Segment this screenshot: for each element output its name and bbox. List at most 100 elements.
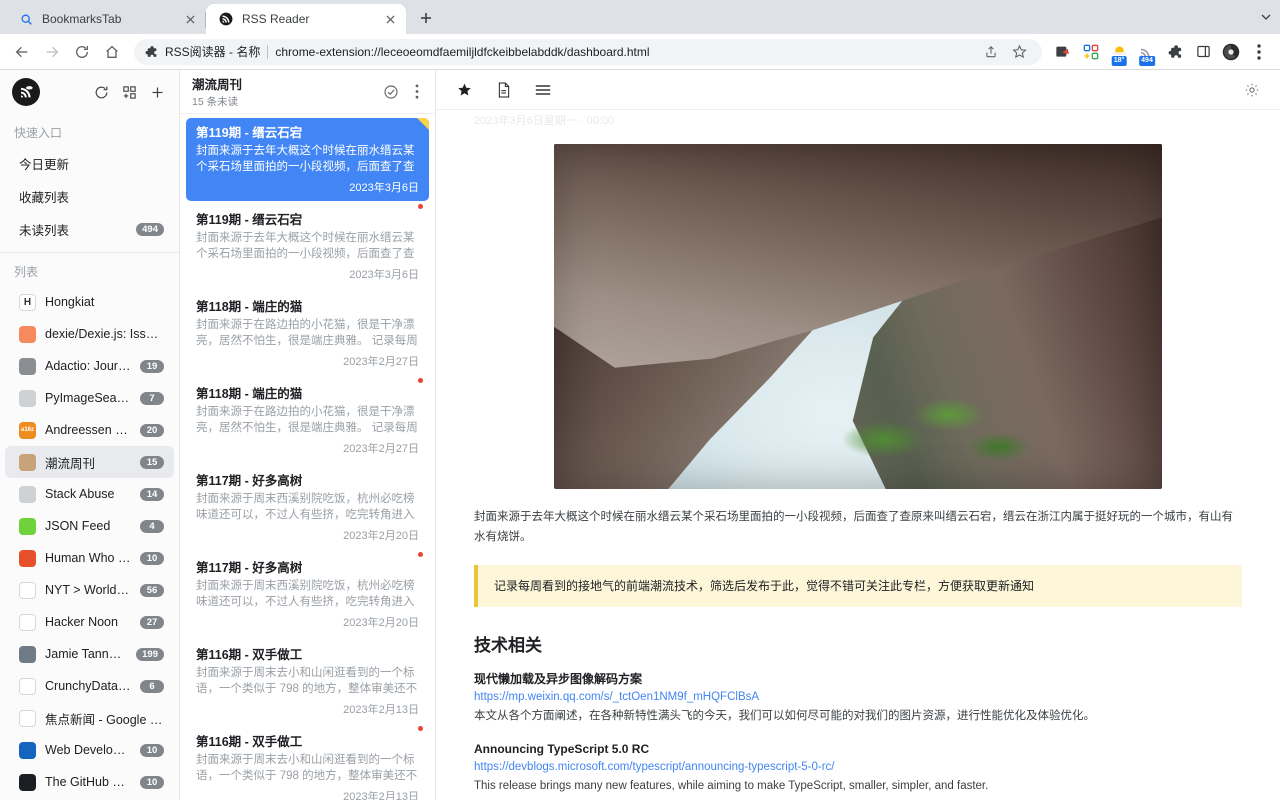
- sidebar-item-feed[interactable]: Adactio: Journal 19: [5, 350, 174, 382]
- home-icon[interactable]: [98, 38, 126, 66]
- extension-name-label: RSS阅读器 - 名称: [165, 43, 260, 60]
- reader-pane: 2023年3月6日星期一 · 00:00 封面来源于去年大概这个时候在丽水缙云某…: [436, 70, 1280, 800]
- star-outline-icon[interactable]: [1006, 39, 1032, 65]
- article-list-item[interactable]: 第118期 - 端庄的猫封面来源于在路边拍的小花猫，很是干净漂亮，居然不怕生，很…: [186, 292, 429, 375]
- reader-content[interactable]: 2023年3月6日星期一 · 00:00 封面来源于去年大概这个时候在丽水缙云某…: [436, 110, 1280, 800]
- side-panel-icon[interactable]: [1190, 39, 1216, 65]
- weather-extension-icon[interactable]: 18°: [1106, 39, 1132, 65]
- grid-add-icon[interactable]: [121, 84, 137, 100]
- gear-icon[interactable]: [1243, 81, 1260, 98]
- sidebar-item-favorites[interactable]: 收藏列表: [5, 180, 174, 213]
- sidebar: 快速入口 今日更新 收藏列表 未读列表 494 列表 HHongkiatdexi…: [0, 70, 180, 800]
- new-tab-button[interactable]: [412, 4, 440, 32]
- article-list-header: 潮流周刊 15 条未读: [180, 70, 435, 114]
- reload-icon[interactable]: [68, 38, 96, 66]
- sidebar-header: [0, 70, 179, 114]
- article-summary: 封面来源于在路边拍的小花猫，很是干净漂亮，居然不怕生，很是端庄典雅。 记录每周看…: [196, 318, 419, 349]
- mark-all-read-icon[interactable]: [383, 84, 399, 100]
- sidebar-item-feed[interactable]: Human Who Codes10: [5, 542, 174, 574]
- sidebar-item-feed[interactable]: Web Development…10: [5, 734, 174, 766]
- entry-description: This release brings many new features, w…: [474, 777, 1242, 796]
- rss-logo-icon[interactable]: [12, 78, 40, 106]
- article-list-item[interactable]: 第116期 - 双手做工封面来源于周末去小和山闲逛看到的一个标语，一个类似于 7…: [186, 640, 429, 723]
- article-list-item[interactable]: 第119期 - 缙云石宕封面来源于去年大概这个时候在丽水缙云某个采石场里面拍的一…: [186, 118, 429, 201]
- article-list-item[interactable]: 第117期 - 好多高树封面来源于周末西溪别院吃饭，杭州必吃榜味道还可以，不过人…: [186, 553, 429, 636]
- omnibox-divider: [267, 45, 268, 59]
- sidebar-item-feed[interactable]: NYT > World News56: [5, 574, 174, 606]
- sidebar-item-unread[interactable]: 未读列表 494: [5, 213, 174, 246]
- sidebar-item-label: CrunchyData Blog: [45, 679, 131, 693]
- entry-title: Announcing TypeScript 5.0 RC: [474, 740, 1242, 758]
- sidebar-item-feed[interactable]: PyImageSearch7: [5, 382, 174, 414]
- article-list-item[interactable]: 第116期 - 双手做工封面来源于周末去小和山闲逛看到的一个标语，一个类似于 7…: [186, 727, 429, 800]
- article-title: 第118期 - 端庄的猫: [196, 386, 419, 403]
- weather-badge: 18°: [1112, 56, 1127, 66]
- window-controls[interactable]: [1260, 0, 1280, 34]
- sidebar-item-feed[interactable]: The GitHub Blog10: [5, 766, 174, 798]
- feed-favicon-icon: [19, 742, 36, 759]
- article-title: 第119期 - 缙云石宕: [196, 212, 419, 229]
- article-meta-clipped: 2023年3月6日星期一 · 00:00: [474, 110, 1242, 128]
- entry-link[interactable]: https://mp.weixin.qq.com/s/_tctOen1NM9f_…: [474, 688, 1242, 707]
- search-icon: [18, 11, 34, 27]
- qr-code-extension-icon[interactable]: [1078, 39, 1104, 65]
- article-list-item[interactable]: 第118期 - 端庄的猫封面来源于在路边拍的小花猫，很是干净漂亮，居然不怕生，很…: [186, 379, 429, 462]
- article-list-actions: [383, 84, 425, 100]
- sidebar-item-label: Adactio: Journal: [45, 359, 131, 373]
- sidebar-item-label: 今日更新: [19, 154, 164, 173]
- back-arrow-icon[interactable]: [8, 38, 36, 66]
- sidebar-item-feed[interactable]: CrunchyData Blog6: [5, 670, 174, 702]
- feed-favicon-icon: [19, 582, 36, 599]
- browser-tab-rss-reader[interactable]: RSS Reader: [206, 4, 406, 34]
- sidebar-item-feed[interactable]: Hacker Noon27: [5, 606, 174, 638]
- screenshot-extension-icon[interactable]: [1050, 39, 1076, 65]
- forward-arrow-icon[interactable]: [38, 38, 66, 66]
- feed-favicon-icon: [19, 486, 36, 503]
- document-icon[interactable]: [495, 81, 512, 98]
- article-title: 第117期 - 好多高树: [196, 473, 419, 490]
- puzzle-extensions-icon[interactable]: [1162, 39, 1188, 65]
- sidebar-item-feed[interactable]: Jamie Tanna | Sof…199: [5, 638, 174, 670]
- sidebar-item-feed[interactable]: 潮流周刊15: [5, 446, 174, 478]
- article-title: 第116期 - 双手做工: [196, 647, 419, 664]
- article-date: 2023年2月13日: [196, 788, 419, 800]
- sidebar-item-label: JSON Feed: [45, 519, 131, 533]
- rss-extension-icon[interactable]: 494: [1134, 39, 1160, 65]
- sidebar-item-feed[interactable]: a16zAndreessen Horo…20: [5, 414, 174, 446]
- chrome-menu-icon[interactable]: [1246, 39, 1272, 65]
- entry-title: 现代懒加载及异步图像解码方案: [474, 670, 1242, 688]
- close-icon[interactable]: [182, 11, 198, 27]
- profile-avatar-icon[interactable]: [1218, 39, 1244, 65]
- address-bar[interactable]: RSS阅读器 - 名称 chrome-extension://leceoeomd…: [134, 39, 1042, 65]
- rss-unread-badge: 494: [1139, 56, 1155, 66]
- entry-link[interactable]: https://devblogs.microsoft.com/typescrip…: [474, 758, 1242, 777]
- sidebar-item-feed[interactable]: dexie/Dexie.js: Issue #1…: [5, 318, 174, 350]
- article-date: 2023年2月20日: [196, 614, 419, 630]
- article-list-item[interactable]: 第119期 - 缙云石宕封面来源于去年大概这个时候在丽水缙云某个采石场里面拍的一…: [186, 205, 429, 288]
- sidebar-item-today[interactable]: 今日更新: [5, 147, 174, 180]
- star-filled-icon[interactable]: [456, 81, 473, 98]
- quick-access-section-label: 快速入口: [0, 114, 179, 147]
- feed-unread-badge: 14: [140, 488, 164, 501]
- article-summary: 封面来源于去年大概这个时候在丽水缙云某个采石场里面拍的一小段视频，后面查了查原来…: [196, 144, 419, 175]
- close-icon[interactable]: [382, 11, 398, 27]
- share-icon[interactable]: [978, 39, 1004, 65]
- url-text: chrome-extension://leceoeomdfaemiljldfck…: [275, 45, 971, 59]
- sidebar-item-feed[interactable]: 焦点新闻 - Google 新闻: [5, 702, 174, 734]
- article-summary: 封面来源于周末去小和山闲逛看到的一个标语，一个类似于 798 的地方，整体审美还…: [196, 753, 419, 784]
- feed-unread-badge: 19: [140, 360, 164, 373]
- browser-tab-bookmarkstab[interactable]: BookmarksTab: [6, 4, 206, 34]
- refresh-icon[interactable]: [93, 84, 109, 100]
- hamburger-menu-icon[interactable]: [534, 81, 551, 98]
- sidebar-item-feed[interactable]: Stack Abuse14: [5, 478, 174, 510]
- unread-summary: 15 条未读: [192, 94, 242, 109]
- omnibox-actions: [978, 39, 1032, 65]
- article-list-item[interactable]: 第117期 - 好多高树封面来源于周末西溪别院吃饭，杭州必吃榜味道还可以，不过人…: [186, 466, 429, 549]
- feed-unread-badge: 7: [140, 392, 164, 405]
- article-list-scroll[interactable]: 第119期 - 缙云石宕 封面来源于去年大概这个时候在丽水缙云某个采石场里面拍的一…: [180, 114, 435, 800]
- feed-unread-badge: 4: [140, 520, 164, 533]
- plus-icon[interactable]: [149, 84, 165, 100]
- sidebar-item-feed[interactable]: JSON Feed 4: [5, 510, 174, 542]
- more-options-icon[interactable]: [409, 84, 425, 100]
- sidebar-item-feed[interactable]: HHongkiat: [5, 286, 174, 318]
